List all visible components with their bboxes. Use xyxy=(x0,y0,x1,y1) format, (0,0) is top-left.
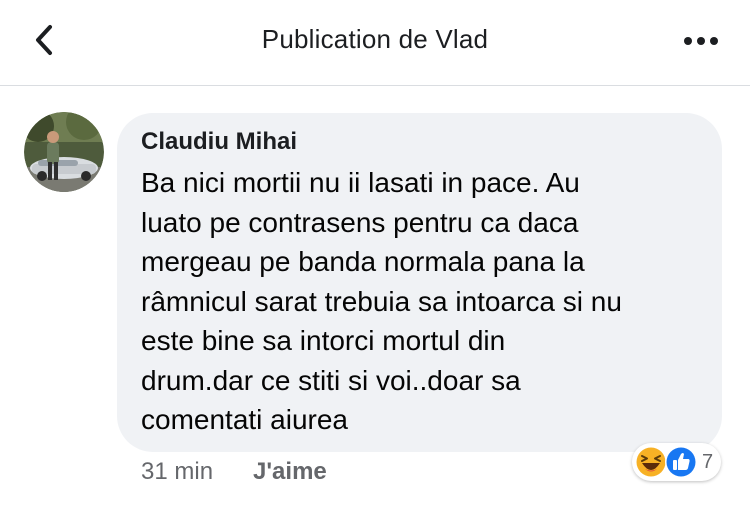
avatar[interactable] xyxy=(24,112,104,192)
profile-photo xyxy=(24,112,104,192)
comment-text: Ba nici mortii nu ii lasati in pace. Au … xyxy=(141,167,622,435)
reaction-count: 7 xyxy=(702,450,714,473)
comment-author[interactable]: Claudiu Mihai xyxy=(141,128,297,156)
comment-page: Publication de Vlad Claudiu Mihai Ba nic… xyxy=(0,0,750,506)
more-options-button[interactable] xyxy=(680,24,724,58)
reactions-summary[interactable]: 7 xyxy=(632,443,722,481)
more-horizontal-icon xyxy=(684,37,718,45)
haha-reaction-icon xyxy=(634,445,668,479)
like-button[interactable]: J'aime xyxy=(253,458,327,486)
page-title: Publication de Vlad xyxy=(261,24,489,54)
like-reaction-icon xyxy=(664,445,698,479)
comment-timestamp[interactable]: 31 min xyxy=(141,458,213,486)
top-bar: Publication de Vlad xyxy=(0,0,750,86)
